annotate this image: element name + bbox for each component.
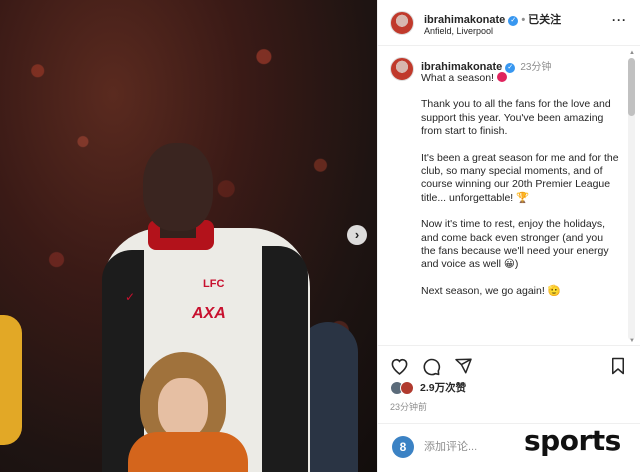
username-link[interactable]: ibrahimakonate — [424, 14, 505, 26]
club-crest: LFC — [203, 278, 225, 290]
bookmark-icon[interactable] — [607, 355, 629, 377]
caption-paragraph: Next season, we go again! 🫡 — [421, 284, 561, 297]
separator-dot: • — [521, 14, 526, 26]
chevron-right-icon[interactable]: › — [347, 225, 367, 245]
location-link[interactable]: Anfield, Liverpool — [424, 26, 493, 36]
nike-logo: ✓ — [125, 290, 136, 304]
scrollbar[interactable] — [628, 58, 635, 340]
avatar — [400, 380, 414, 395]
child-shirt — [128, 432, 248, 472]
watermark-text: sports — [524, 424, 621, 457]
caption-avatar[interactable] — [390, 57, 414, 81]
child-face — [158, 378, 208, 438]
emoji-icon[interactable]: 8 — [392, 436, 414, 458]
player-head — [143, 143, 213, 231]
jacket-sleeve-right — [262, 246, 308, 472]
scroll-down-icon[interactable]: ▼ — [629, 338, 635, 344]
caption-paragraph: It's been a great season for me and for … — [421, 151, 619, 204]
verified-badge-icon: ✓ — [508, 16, 519, 26]
likes-count: 2.9万次赞 — [420, 382, 467, 394]
post-header: ibrahimakonate ✓ • 已关注 Anfield, Liverpool ·… — [378, 0, 640, 46]
likes-row[interactable]: 2.9万次赞 — [390, 380, 466, 395]
scrollbar-thumb[interactable] — [628, 58, 635, 116]
caption-section: ibrahimakonate ✓ 23分钟 What a season! Thank… — [378, 47, 640, 344]
scroll-up-icon[interactable]: ▲ — [629, 50, 635, 56]
post-photo[interactable]: ✓ LFC AXA › — [0, 0, 377, 472]
post-timestamp: 23分钟前 — [390, 402, 428, 412]
action-bar — [378, 345, 640, 385]
more-options-icon[interactable]: ··· — [612, 13, 627, 27]
sponsor-logo: AXA — [192, 305, 226, 322]
goalkeeper-figure — [0, 315, 22, 445]
comment-icon[interactable] — [420, 355, 442, 377]
avatar[interactable] — [390, 11, 414, 35]
heart-icon[interactable] — [388, 355, 410, 377]
caption-paragraph: Now it's time to rest, enjoy the holiday… — [421, 218, 609, 271]
caption-paragraph: What a season! — [421, 72, 494, 84]
caption-paragraph: Thank you to all the fans for the love a… — [421, 98, 611, 138]
liker-avatars — [390, 380, 414, 395]
share-icon[interactable] — [452, 355, 474, 377]
red-circle-icon — [496, 72, 507, 82]
caption-text: What a season! Thank you to all the fans… — [421, 72, 619, 311]
comment-bar: 8 sports — [378, 423, 640, 472]
following-button[interactable]: 已关注 — [528, 14, 561, 26]
post-side-panel: ibrahimakonate ✓ • 已关注 Anfield, Liverpool ·… — [377, 0, 640, 472]
